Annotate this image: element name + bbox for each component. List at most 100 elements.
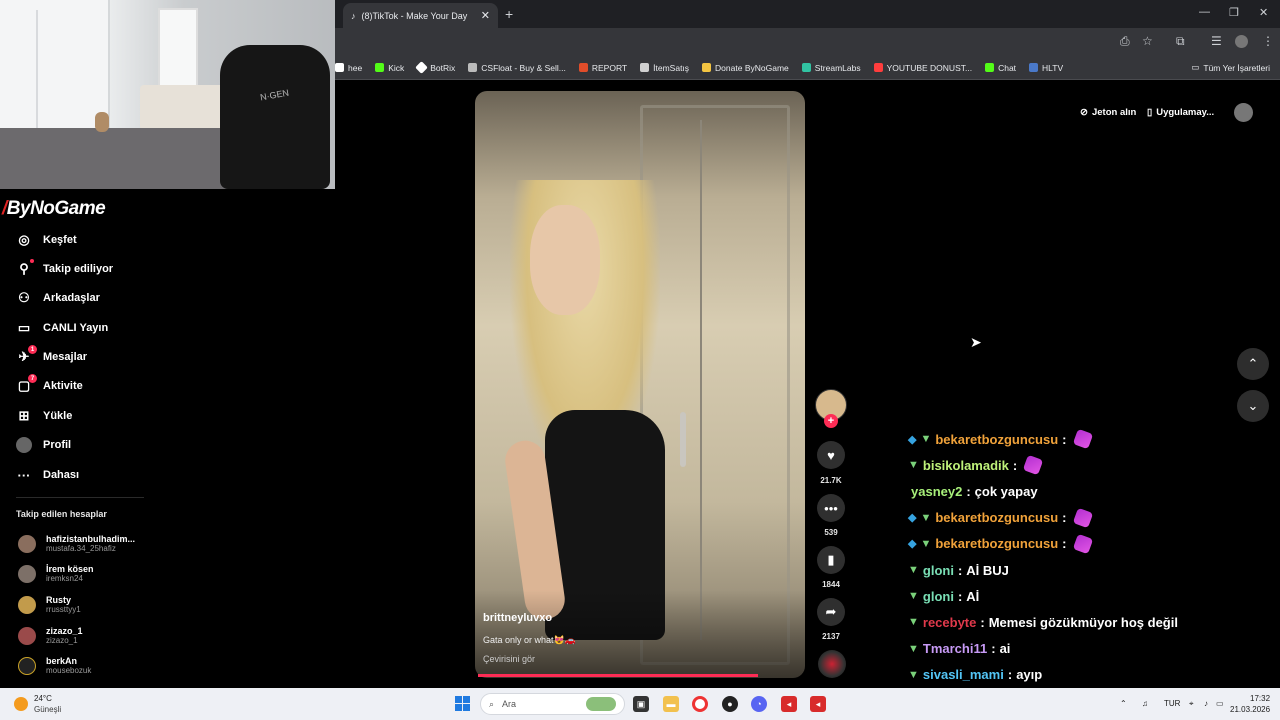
sidebar-item-live[interactable]: ▭ CANLI Yayın	[16, 320, 108, 336]
bookmark-item[interactable]: hee	[335, 63, 362, 73]
sidebar-item-activity[interactable]: ▢ 7 Aktivite	[16, 374, 83, 394]
video-author[interactable]: brittneyluvxo	[483, 612, 552, 624]
media-control-icon[interactable]: ☰	[1211, 34, 1222, 48]
browser-tab[interactable]: ♪ (8)TikTok - Make Your Day ✕	[343, 3, 498, 28]
avatar	[18, 596, 36, 614]
messages-badge: 1	[28, 345, 37, 354]
steam-icon[interactable]: ●	[722, 696, 738, 712]
follow-button[interactable]: +	[824, 414, 838, 428]
all-bookmarks[interactable]: ▭ Tüm Yer İşaretleri	[1191, 62, 1270, 73]
sidebar-item-upload[interactable]: ⊞ Yükle	[16, 408, 73, 424]
browser-menu-icon[interactable]: ⋮	[1262, 34, 1274, 48]
stream-chat-overlay: ◆ ▼ bekaretbozguncusu: ▼ bisikolamadik: y…	[908, 426, 1280, 688]
following-icon: ⚲	[16, 259, 34, 277]
user-avatar[interactable]	[1234, 103, 1253, 122]
like-button[interactable]: ♥	[817, 441, 845, 469]
get-coins-button[interactable]: ⊘ Jeton alın	[1080, 100, 1136, 124]
video-progress-bar[interactable]	[478, 674, 758, 677]
volume-icon[interactable]: ♪	[1204, 699, 1208, 708]
app-icon-red-2[interactable]: ◂	[810, 696, 826, 712]
bookmark-item[interactable]: İtemSatış	[640, 63, 689, 73]
task-view-icon[interactable]: ▣	[633, 696, 649, 712]
restore-button[interactable]: ❐	[1229, 6, 1239, 19]
keyboard-language[interactable]: TUR	[1164, 699, 1180, 708]
battery-icon[interactable]: ▭	[1216, 699, 1224, 708]
verified-badge-icon: ▼	[908, 564, 919, 577]
file-explorer-icon[interactable]: ▬	[663, 696, 679, 712]
profile-avatar[interactable]	[1235, 35, 1248, 48]
webcam-overlay: N·GEN	[0, 0, 335, 189]
verified-badge-icon: ▼	[908, 459, 919, 472]
bookmark-item[interactable]: Kick	[375, 63, 404, 73]
sidebar-item-friends[interactable]: ⚇ Arkadaşlar	[16, 290, 100, 306]
chat-message: ▼ bisikolamadik:	[908, 452, 1280, 478]
minimize-button[interactable]: —	[1199, 6, 1210, 18]
bookmark-item[interactable]: Chat	[985, 63, 1016, 73]
weather-temp[interactable]: 24°C	[34, 694, 52, 703]
bookmark-item[interactable]: YOUTUBE DONUST...	[873, 63, 972, 73]
share-count: 2137	[822, 632, 840, 641]
microphone-icon[interactable]: ♫	[1142, 699, 1148, 708]
save-count: 1844	[822, 580, 840, 589]
chat-message: ▼ gloni: Aİ	[908, 588, 980, 604]
sidebar-item-following[interactable]: ⚲ Takip ediliyor	[16, 259, 113, 277]
close-window-button[interactable]: ✕	[1259, 6, 1268, 19]
chat-username: gloni	[922, 562, 954, 578]
extensions-icon[interactable]: ⧉	[1176, 34, 1185, 49]
chat-text: çok yapay	[974, 483, 1038, 499]
like-count: 21.7K	[820, 476, 842, 485]
previous-video-button[interactable]: ⌃	[1237, 348, 1269, 380]
save-button[interactable]: ▮	[817, 546, 845, 574]
itemsatis-icon	[640, 63, 650, 72]
see-translation-link[interactable]: Çevirisini gör	[483, 654, 535, 664]
bookmark-item[interactable]: CSFloat - Buy & Sell...	[468, 63, 566, 73]
live-icon: ▭	[17, 320, 31, 335]
weather-sun-icon[interactable]	[14, 697, 28, 711]
new-tab-button[interactable]: +	[505, 6, 513, 22]
app-icon-red-1[interactable]: ◂	[781, 696, 797, 712]
bookmark-item[interactable]: Donate ByNoGame	[702, 63, 789, 73]
bookmark-star-icon[interactable]: ☆	[1142, 34, 1153, 48]
streamlabs-icon	[801, 63, 811, 72]
bookmark-item[interactable]: HLTV	[1029, 63, 1063, 73]
discord-icon[interactable]: ◔	[751, 696, 767, 712]
share-arrow-icon: ➦	[825, 604, 837, 619]
followed-account[interactable]: zizazo_1 zizazo_1	[18, 626, 83, 646]
sidebar-item-explore[interactable]: ◎ Keşfet	[16, 232, 76, 248]
taskbar-search[interactable]: ⌕ Ara	[480, 693, 625, 715]
followed-account[interactable]: İrem kösen iremksn24	[18, 564, 94, 584]
comment-button[interactable]: •••	[817, 494, 845, 522]
bookmarks-bar: hee Kick BotRix CSFloat - Buy & Sell... …	[335, 56, 1280, 80]
webcam-rug	[0, 128, 230, 189]
network-icon[interactable]: ⌖	[1189, 699, 1194, 709]
get-app-button[interactable]: ▯ Uygulamay...	[1147, 100, 1214, 124]
next-video-button[interactable]: ⌄	[1237, 390, 1269, 422]
install-app-icon[interactable]: ⎙	[1120, 34, 1130, 49]
chat-username: Tmarchi11	[922, 641, 988, 657]
video-subject-face	[530, 205, 600, 315]
followed-account[interactable]: berkAn mousebozuk	[18, 656, 91, 676]
botrix-icon	[415, 61, 429, 74]
verified-badge-icon: ▼	[920, 511, 932, 524]
bookmark-item[interactable]: BotRix	[415, 61, 455, 74]
sidebar-item-more[interactable]: ··· Dahası	[16, 467, 80, 483]
system-clock[interactable]: 17:32 21.03.2026	[1230, 693, 1270, 715]
followed-account[interactable]: hafizistanbulhadim... mustafa.34_25hafiz	[18, 534, 135, 554]
share-button[interactable]: ➦	[817, 598, 845, 626]
chat-message: ▼ Tmarchi11: ai	[908, 641, 1011, 657]
sidebar-item-messages[interactable]: ✈ 1 Mesajlar	[16, 345, 87, 365]
report-icon	[578, 63, 588, 72]
avatar	[18, 565, 36, 583]
tray-expand-icon[interactable]: ⌃	[1120, 699, 1127, 708]
chat-text: Memesi gözükmüyor hoş değil	[988, 614, 1178, 630]
verified-badge-icon: ▼	[908, 616, 919, 629]
music-disc-icon[interactable]	[818, 650, 846, 678]
chrome-icon[interactable]	[692, 696, 708, 712]
start-button[interactable]	[455, 696, 470, 711]
bookmark-item[interactable]: REPORT	[578, 63, 627, 73]
tab-close-icon[interactable]: ✕	[481, 9, 490, 22]
sidebar-item-profile[interactable]: Profil	[16, 437, 71, 453]
weather-condition[interactable]: Güneşli	[34, 705, 61, 714]
bookmark-item[interactable]: StreamLabs	[801, 63, 861, 73]
followed-account[interactable]: Rusty rrussttyy1	[18, 595, 81, 615]
